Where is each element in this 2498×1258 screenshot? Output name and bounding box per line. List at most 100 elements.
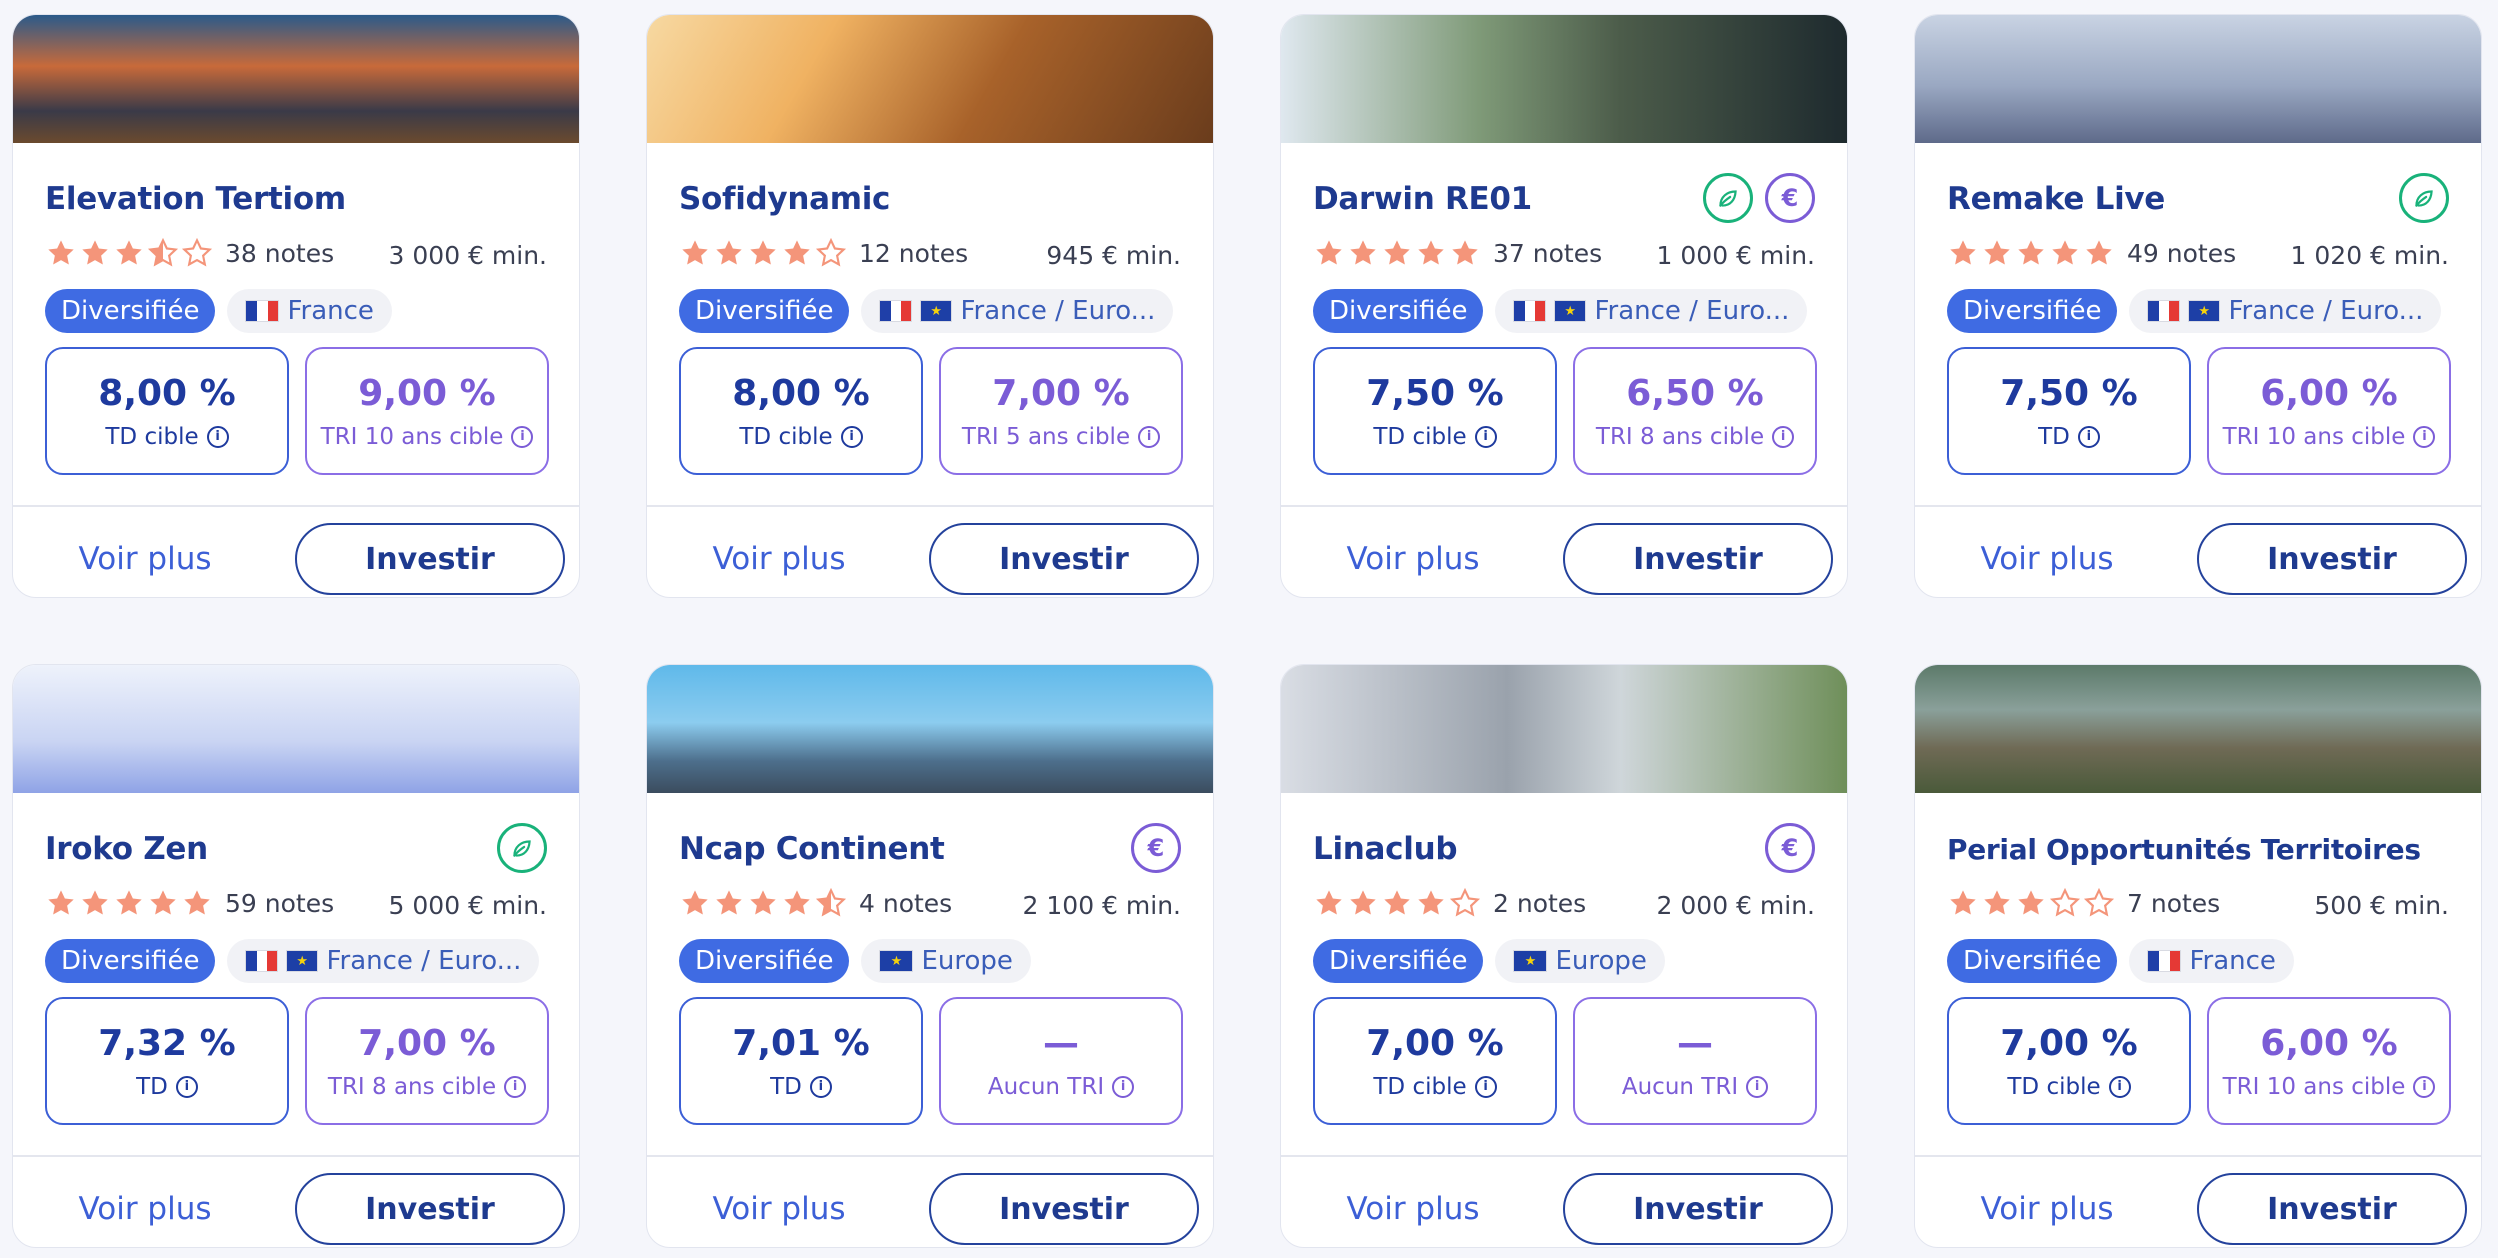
td-value: 7,00 %: [2000, 1022, 2138, 1064]
leaf-icon: [497, 823, 547, 873]
star-icon: [747, 887, 781, 919]
rating-count: 59 notes: [225, 888, 335, 918]
euro-icon: €: [1765, 173, 1815, 223]
star-icon: [1981, 887, 2015, 919]
voir-plus-button[interactable]: Voir plus: [45, 1173, 245, 1245]
voir-plus-button[interactable]: Voir plus: [45, 523, 245, 595]
fund-badges: [2399, 173, 2449, 223]
voir-plus-button[interactable]: Voir plus: [1947, 523, 2147, 595]
investir-button[interactable]: Investir: [929, 1173, 1199, 1245]
fund-name[interactable]: Elevation Tertiom: [45, 181, 346, 217]
info-icon[interactable]: i: [2413, 425, 2436, 448]
fund-image: [1915, 15, 2481, 143]
fund-card[interactable]: Ncap Continent € 4 notes 2 100 € min. Di…: [646, 664, 1214, 1248]
investir-button[interactable]: Investir: [2197, 523, 2467, 595]
fund-name[interactable]: Linaclub: [1313, 831, 1458, 867]
star-icon: [2015, 887, 2049, 919]
fund-image: [647, 15, 1213, 143]
investir-button[interactable]: Investir: [929, 523, 1199, 595]
fund-card-grid: Elevation Tertiom 38 notes 3 000 € min. …: [0, 0, 2498, 1258]
fund-card[interactable]: Sofidynamic 12 notes 945 € min. Diversif…: [646, 14, 1214, 598]
minimum-investment: 1 000 € min.: [1656, 241, 1815, 270]
geography-tag: ★ Europe: [861, 939, 1031, 983]
fund-card[interactable]: Elevation Tertiom 38 notes 3 000 € min. …: [12, 14, 580, 598]
star-icon: [2083, 887, 2117, 919]
tri-metric: — Aucun TRI i: [1573, 997, 1817, 1125]
fund-card[interactable]: Remake Live 49 notes 1 020 € min. Divers…: [1914, 14, 2482, 598]
info-icon[interactable]: i: [1474, 425, 1497, 448]
star-icon: [2049, 237, 2083, 269]
info-icon[interactable]: i: [840, 425, 863, 448]
card-divider: [647, 1155, 1213, 1157]
type-tag: Diversifiée: [45, 289, 216, 333]
info-icon[interactable]: i: [2108, 1075, 2131, 1098]
star-icon: [679, 237, 713, 269]
info-icon[interactable]: i: [1746, 1075, 1769, 1098]
eu-flag-icon: ★: [1553, 300, 1587, 322]
info-icon[interactable]: i: [2413, 1075, 2436, 1098]
fund-badges: €: [1703, 173, 1815, 223]
voir-plus-button[interactable]: Voir plus: [1947, 1173, 2147, 1245]
fund-name[interactable]: Perial Opportunités Territoires: [1947, 833, 2421, 866]
fund-name[interactable]: Remake Live: [1947, 181, 2165, 217]
info-icon[interactable]: i: [504, 1075, 527, 1098]
td-value: 8,00 %: [98, 372, 236, 414]
info-icon[interactable]: i: [1772, 425, 1795, 448]
fund-name[interactable]: Ncap Continent: [679, 831, 945, 867]
fund-badges: [497, 823, 547, 873]
fund-metrics: 7,32 % TD i 7,00 % TRI 8 ans cible i: [45, 997, 549, 1125]
voir-plus-button[interactable]: Voir plus: [679, 1173, 879, 1245]
star-icon: [1381, 237, 1415, 269]
star-icon: [713, 237, 747, 269]
fund-name[interactable]: Iroko Zen: [45, 831, 208, 867]
star-icon: [747, 237, 781, 269]
tri-metric: 6,00 % TRI 10 ans cible i: [2207, 997, 2451, 1125]
rating-stars: 2 notes: [1313, 887, 1586, 919]
investir-button[interactable]: Investir: [1563, 523, 1833, 595]
geography-tag: ★ France / Euro...: [2129, 289, 2442, 333]
star-icon: [1415, 887, 1449, 919]
tri-label: TRI 10 ans cible: [2222, 423, 2406, 450]
rating-stars: 59 notes: [45, 887, 334, 919]
investir-button[interactable]: Investir: [295, 1173, 565, 1245]
investir-button[interactable]: Investir: [1563, 1173, 1833, 1245]
fund-image: [13, 15, 579, 143]
investir-button[interactable]: Investir: [295, 523, 565, 595]
fund-card[interactable]: Iroko Zen 59 notes 5 000 € min. Diversif…: [12, 664, 580, 1248]
eu-flag-icon: ★: [2187, 300, 2221, 322]
info-icon[interactable]: i: [1138, 425, 1161, 448]
fund-card[interactable]: Perial Opportunités Territoires 7 notes …: [1914, 664, 2482, 1248]
fund-card[interactable]: Linaclub € 2 notes 2 000 € min. Diversif…: [1280, 664, 1848, 1248]
info-icon[interactable]: i: [206, 425, 229, 448]
star-icon: [2049, 887, 2083, 919]
info-icon[interactable]: i: [1112, 1075, 1135, 1098]
investir-button[interactable]: Investir: [2197, 1173, 2467, 1245]
td-metric: 7,00 % TD cible i: [1947, 997, 2191, 1125]
info-icon[interactable]: i: [1474, 1075, 1497, 1098]
info-icon[interactable]: i: [511, 425, 534, 448]
fund-name[interactable]: Sofidynamic: [679, 181, 890, 217]
td-metric: 8,00 % TD cible i: [45, 347, 289, 475]
fund-card[interactable]: Darwin RE01 € 37 notes 1 000 € min. Dive…: [1280, 14, 1848, 598]
star-icon: [113, 887, 147, 919]
star-icon: [181, 887, 215, 919]
info-icon[interactable]: i: [175, 1075, 198, 1098]
voir-plus-button[interactable]: Voir plus: [1313, 1173, 1513, 1245]
card-divider: [1281, 505, 1847, 507]
card-divider: [1281, 1155, 1847, 1157]
info-icon[interactable]: i: [809, 1075, 832, 1098]
minimum-investment: 5 000 € min.: [388, 891, 547, 920]
rating-stars: 7 notes: [1947, 887, 2220, 919]
info-icon[interactable]: i: [2077, 425, 2100, 448]
voir-plus-button[interactable]: Voir plus: [679, 523, 879, 595]
france-flag-icon: [245, 300, 280, 322]
voir-plus-button[interactable]: Voir plus: [1313, 523, 1513, 595]
geography-tag: ★ France / Euro...: [861, 289, 1174, 333]
minimum-investment: 945 € min.: [1046, 241, 1181, 270]
tri-metric: 9,00 % TRI 10 ans cible i: [305, 347, 549, 475]
fund-name[interactable]: Darwin RE01: [1313, 181, 1532, 217]
star-icon: [45, 237, 79, 269]
star-icon: [679, 887, 713, 919]
geography-tag: France: [2129, 939, 2294, 983]
type-tag: Diversifiée: [679, 939, 850, 983]
